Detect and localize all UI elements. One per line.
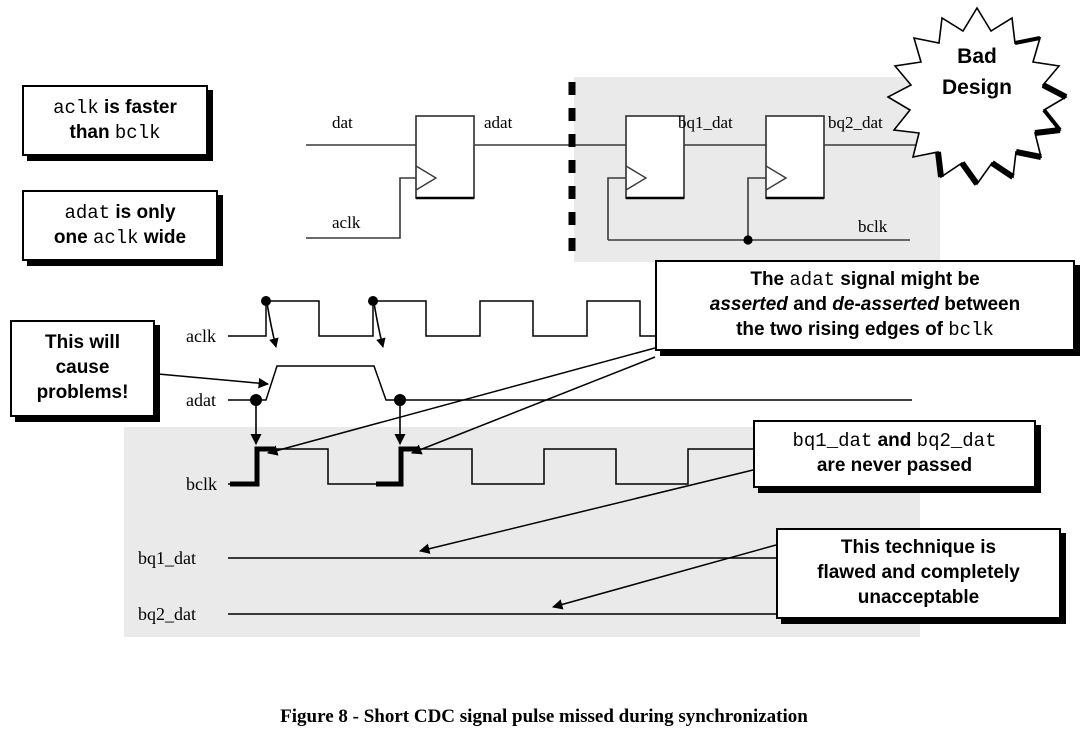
waveform-label-adat: adat — [186, 390, 216, 410]
callout-text-run: aclk — [92, 226, 139, 249]
callout-text-run: This will — [45, 332, 120, 354]
bclk-junction-dot — [743, 235, 753, 245]
callout-line: This technique is — [841, 536, 996, 561]
figure-root: dat adat bq1_dat bq2_dat aclk bclk Bad D… — [0, 0, 1089, 753]
callout-text-run: The — [750, 269, 790, 291]
annot-dot-adat-2 — [394, 394, 406, 406]
ff-adat — [415, 115, 475, 199]
callout-line: cause — [56, 356, 110, 381]
callout-text-run: is faster — [98, 96, 177, 118]
callout-line: unacceptable — [858, 586, 979, 611]
annot-dot-aclk-edge-1 — [261, 296, 271, 306]
callout-text-run: asserted — [709, 294, 788, 316]
callout-text-run: one — [53, 226, 93, 248]
schematic-label-bq1_dat: bq1_dat — [678, 113, 733, 132]
callout-line: problems! — [37, 381, 129, 406]
ff-bq1 — [625, 115, 685, 199]
wire-aclk — [306, 177, 416, 239]
waveform-label-bq2_dat: bq2_dat — [138, 604, 196, 624]
callout-text-run: are never passed — [816, 455, 973, 476]
callout-line: asserted and de-asserted between — [710, 293, 1021, 318]
waveform-label-bq1_dat: bq1_dat — [138, 548, 196, 568]
callout-text-run: aclk — [53, 96, 99, 119]
callout-line: flawed and completely — [817, 561, 1020, 586]
callout-unacceptable: This technique is flawed and completely un… — [776, 528, 1061, 619]
annot-arrow-aclk-edge-1 — [266, 302, 279, 348]
callout-line: This will — [45, 331, 120, 356]
leader-problems-to-adat — [157, 373, 270, 389]
callout-text-run: This technique is — [840, 537, 997, 559]
callout-text-run: de-asserted — [832, 294, 939, 316]
callout-aclk-faster: aclk is faster than bclk — [22, 85, 208, 156]
waveform-label-bclk: bclk — [186, 474, 217, 494]
callout-text-run: than — [69, 121, 115, 143]
annot-arrow-aclk-edge-2 — [373, 302, 386, 348]
callout-text-run: problems! — [36, 381, 129, 403]
callout-text-run: unacceptable — [857, 586, 980, 608]
annot-dot-aclk-edge-2 — [368, 296, 378, 306]
waveform-label-aclk: aclk — [186, 326, 216, 346]
callout-line: than bclk — [70, 121, 161, 146]
callout-text-run: flawed and completely — [817, 562, 1020, 584]
schematic-label-aclk: aclk — [332, 213, 361, 232]
callout-never-passed: bq1_dat and bq2_dat are never passed — [753, 420, 1036, 488]
callout-text-run: adat — [64, 201, 111, 224]
callout-text-run: wide — [138, 226, 187, 248]
annot-dot-adat-1 — [250, 394, 262, 406]
callout-text-run: bclk — [114, 121, 161, 144]
callout-text-run: bclk — [948, 318, 994, 341]
callout-text-run: and — [872, 430, 917, 452]
callout-text-run: cause — [55, 357, 110, 379]
callout-line: the two rising edges of bclk — [736, 318, 994, 343]
starburst-line-2: Design — [942, 76, 1012, 99]
callout-line: one aclk wide — [54, 226, 186, 251]
callout-text-run: the two rising edges of — [736, 318, 949, 340]
callout-text-run: adat — [789, 269, 836, 292]
callout-adat-signal-might-be-asserted: The adat signal might be asserted and de-… — [655, 260, 1075, 351]
ff-bq2 — [765, 115, 825, 199]
callout-text-run: bq2_dat — [916, 430, 997, 453]
callout-text-run: signal might be — [835, 269, 980, 291]
callout-text-run: between — [938, 294, 1021, 316]
callout-line: are never passed — [817, 454, 972, 479]
schematic-label-bq2_dat: bq2_dat — [828, 113, 883, 132]
callout-text-run: is only — [110, 201, 176, 223]
callout-text-run: and — [787, 294, 833, 316]
callout-adat-width: adat is only one aclk wide — [22, 190, 218, 261]
schematic-label-adat: adat — [484, 113, 513, 132]
schematic-label-dat: dat — [332, 113, 353, 132]
callout-line: adat is only — [64, 201, 175, 226]
callout-line: aclk is faster — [53, 96, 177, 121]
figure-caption: Figure 8 - Short CDC signal pulse missed… — [280, 706, 808, 727]
callout-line: bq1_dat and bq2_dat — [793, 429, 997, 454]
callout-line: The adat signal might be — [750, 268, 979, 293]
callout-text-run: bq1_dat — [792, 430, 873, 453]
callout-this-will-cause-problems: This will cause problems! — [10, 320, 155, 417]
schematic-label-bclk: bclk — [858, 217, 888, 236]
starburst-line-1: Bad — [957, 45, 997, 68]
